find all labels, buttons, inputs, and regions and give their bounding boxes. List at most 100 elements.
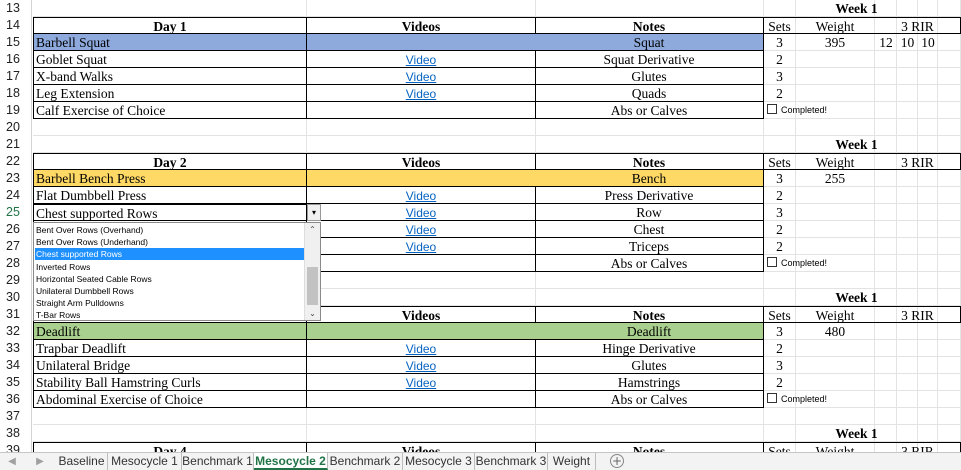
checkbox-icon[interactable] [767, 257, 777, 267]
weight-cell[interactable] [795, 238, 875, 255]
tab-scroll-left-icon[interactable]: ◀ [6, 454, 18, 469]
grid-cell[interactable] [763, 136, 796, 153]
video-cell[interactable] [307, 323, 536, 340]
exercise-cell[interactable]: X-band Walks [33, 68, 307, 85]
row-header[interactable]: 15 [0, 34, 32, 51]
grid-cell[interactable] [938, 187, 961, 204]
sets-cell[interactable]: 3 [763, 323, 796, 340]
rir-cell[interactable] [918, 374, 938, 391]
exercise-cell[interactable]: Barbell Squat [33, 34, 307, 51]
video-cell[interactable]: Video [307, 221, 536, 238]
video-cell[interactable]: Video [307, 51, 536, 68]
sets-cell[interactable]: 2 [763, 221, 796, 238]
grid-cell[interactable] [897, 119, 918, 136]
dropdown-option[interactable]: Bent Over Rows (Overhand) [35, 224, 306, 236]
exercise-cell[interactable]: Trapbar Deadlift [33, 340, 307, 357]
rir-cell[interactable] [918, 51, 938, 68]
row-header[interactable]: 13 [0, 0, 32, 17]
rir-cell[interactable] [875, 204, 897, 221]
dropdown-option[interactable]: Inverted Rows [35, 261, 306, 273]
grid-cell[interactable] [918, 136, 938, 153]
row-header[interactable]: 33 [0, 340, 32, 357]
grid-cell[interactable] [918, 391, 938, 408]
grid-cell[interactable] [897, 408, 918, 425]
sets-cell[interactable]: 2 [763, 187, 796, 204]
row-header[interactable]: 38 [0, 425, 32, 442]
row-header[interactable]: 25 [0, 204, 32, 221]
video-link[interactable]: Video [406, 223, 436, 237]
row-header[interactable]: 20 [0, 119, 32, 136]
grid-cell[interactable] [307, 408, 536, 425]
grid-cell[interactable] [938, 136, 961, 153]
rir-cell[interactable] [918, 187, 938, 204]
sets-cell[interactable]: 2 [763, 340, 796, 357]
scrollbar-thumb[interactable] [307, 267, 318, 305]
row-header[interactable]: 36 [0, 391, 32, 408]
grid-cell[interactable] [938, 323, 961, 340]
row-header[interactable]: 22 [0, 153, 32, 170]
grid-cell[interactable] [897, 272, 918, 289]
rir-cell[interactable] [875, 357, 897, 374]
tab-benchmark-2[interactable]: Benchmark 2 [328, 453, 403, 470]
exercise-cell[interactable]: Chest supported Rows [33, 204, 307, 221]
grid-cell[interactable] [795, 408, 875, 425]
weight-cell[interactable] [795, 221, 875, 238]
grid-cell[interactable] [535, 425, 764, 442]
grid-cell[interactable] [938, 425, 961, 442]
rir-cell[interactable] [875, 85, 897, 102]
weight-cell[interactable] [795, 187, 875, 204]
rir-cell[interactable] [918, 204, 938, 221]
grid-cell[interactable] [918, 119, 938, 136]
checkbox-icon[interactable] [767, 104, 777, 114]
grid-cell[interactable] [938, 119, 961, 136]
grid-cell[interactable] [897, 391, 918, 408]
rir-cell[interactable] [918, 238, 938, 255]
rir-cell[interactable] [897, 187, 918, 204]
row-header[interactable]: 35 [0, 374, 32, 391]
grid-cell[interactable] [938, 221, 961, 238]
grid-cell[interactable] [33, 136, 307, 153]
grid-cell[interactable] [307, 272, 536, 289]
row-header[interactable]: 14 [0, 17, 32, 34]
row-header[interactable]: 27 [0, 238, 32, 255]
video-link[interactable]: Video [406, 342, 436, 356]
chevron-down-icon[interactable]: ⌄ [305, 307, 320, 320]
row-header[interactable]: 37 [0, 408, 32, 425]
exercise-cell[interactable]: Calf Exercise of Choice [33, 102, 307, 119]
grid-cell[interactable] [535, 0, 764, 17]
sets-cell[interactable]: 2 [763, 238, 796, 255]
rir-cell[interactable] [897, 323, 918, 340]
rir-cell[interactable]: 10 [897, 34, 918, 51]
grid-cell[interactable] [918, 0, 938, 17]
rir-cell[interactable] [897, 85, 918, 102]
sets-cell[interactable]: 3 [763, 34, 796, 51]
grid-cell[interactable] [763, 408, 796, 425]
grid-cell[interactable] [938, 51, 961, 68]
dropdown-option[interactable]: Bent Over Rows (Underhand) [35, 236, 306, 248]
rir-cell[interactable] [918, 221, 938, 238]
grid-cell[interactable] [918, 102, 938, 119]
grid-cell[interactable] [33, 408, 307, 425]
row-header[interactable]: 24 [0, 187, 32, 204]
grid-cell[interactable] [875, 272, 897, 289]
chevron-up-icon[interactable]: ⌃ [305, 223, 320, 236]
rir-cell[interactable] [897, 340, 918, 357]
grid-cell[interactable] [535, 119, 764, 136]
dropdown-option[interactable]: Chest supported Rows [35, 248, 306, 261]
tab-benchmark-3[interactable]: Benchmark 3 [475, 453, 548, 470]
video-cell[interactable]: Video [307, 68, 536, 85]
tab-mesocycle-2[interactable]: Mesocycle 2 [254, 453, 328, 470]
rir-cell[interactable] [897, 238, 918, 255]
video-cell[interactable]: Video [307, 238, 536, 255]
weight-cell[interactable] [795, 204, 875, 221]
video-cell[interactable] [307, 34, 536, 51]
grid-cell[interactable] [763, 119, 796, 136]
rir-cell[interactable] [918, 357, 938, 374]
grid-cell[interactable] [307, 0, 536, 17]
row-header[interactable]: 18 [0, 85, 32, 102]
grid-cell[interactable] [897, 102, 918, 119]
rir-cell[interactable] [875, 221, 897, 238]
grid-cell[interactable] [938, 204, 961, 221]
row-header[interactable]: 23 [0, 170, 32, 187]
rir-cell[interactable] [918, 170, 938, 187]
